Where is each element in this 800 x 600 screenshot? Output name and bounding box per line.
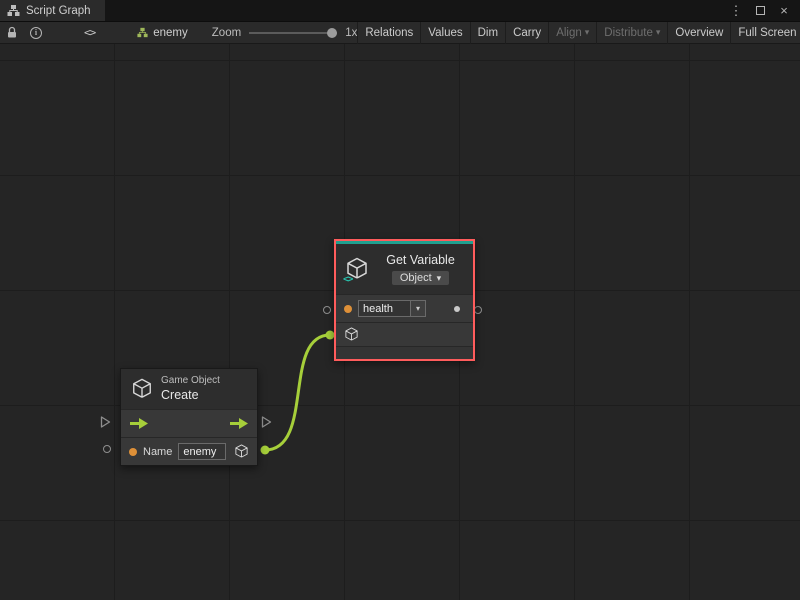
chevron-down-icon: ▾ — [585, 27, 590, 38]
zoom-label: Zoom — [212, 27, 241, 39]
lock-button[interactable] — [0, 22, 24, 44]
chevron-down-icon: ▾ — [656, 27, 661, 38]
getvariable-value-output-connector[interactable] — [474, 306, 482, 314]
gameobject-output-port-icon[interactable] — [234, 444, 249, 459]
connection-create-to-getvariable[interactable] — [265, 335, 330, 450]
maximize-icon[interactable] — [753, 3, 767, 19]
create-name-input-connector[interactable] — [103, 445, 111, 453]
variable-name-field[interactable] — [358, 300, 410, 317]
connection-start-dot[interactable] — [261, 446, 270, 455]
distribute-button[interactable]: Distribute▾ — [596, 22, 667, 44]
values-button[interactable]: Values — [420, 22, 469, 44]
close-icon[interactable]: × — [777, 3, 791, 19]
node-create-header: Game Object Create — [121, 369, 257, 409]
toolbar-buttons: Relations Values Dim Carry Align▾ Distri… — [357, 22, 800, 44]
window-controls: ⋮ × — [729, 0, 800, 21]
zoom-slider-handle[interactable] — [327, 28, 337, 38]
variable-cube-icon: <> — [345, 257, 369, 281]
relations-button[interactable]: Relations — [357, 22, 420, 44]
create-flow-input-connector[interactable] — [100, 415, 111, 429]
node-title: Create — [161, 388, 220, 404]
tab-title: Script Graph — [26, 5, 91, 17]
title-bar: Script Graph ⋮ × — [0, 0, 800, 22]
object-input-row — [336, 322, 473, 346]
script-graph-window: Script Graph ⋮ × i <> — [0, 0, 800, 600]
variable-name-dropdown-button[interactable]: ▾ — [410, 300, 426, 317]
zoom-value: 1x — [345, 27, 357, 39]
graph-breadcrumb[interactable]: enemy — [137, 27, 188, 39]
script-graph-icon — [7, 4, 20, 17]
graph-toolbar: i <> enemy Zoom 1x Relations Values — [0, 22, 800, 44]
object-input-port-icon[interactable] — [344, 327, 359, 342]
zoom-slider[interactable] — [249, 27, 337, 39]
getvariable-name-input-connector[interactable] — [323, 306, 331, 314]
variable-kind-dropdown[interactable]: Object ▾ — [392, 271, 449, 285]
variable-kind-value: Object — [400, 272, 432, 284]
variable-code-icon: <> — [343, 274, 352, 285]
graph-asset-icon — [137, 27, 148, 38]
node-get-variable[interactable]: <> Get Variable Object ▾ ▾ — [334, 239, 475, 361]
info-icon: i — [30, 27, 42, 39]
chevron-down-icon: ▾ — [437, 273, 442, 284]
zoom-group: Zoom 1x — [212, 27, 358, 39]
zoom-slider-track — [249, 32, 337, 34]
node-title: Get Variable — [386, 253, 455, 267]
name-port-row: Name — [121, 437, 257, 465]
graph-canvas[interactable]: Game Object Create Name — [0, 44, 800, 600]
value-output-port-icon[interactable] — [454, 306, 460, 312]
graph-name: enemy — [153, 27, 188, 39]
gameobject-cube-icon — [131, 378, 153, 400]
overview-button[interactable]: Overview — [667, 22, 730, 44]
create-flow-output-connector[interactable] — [261, 415, 272, 429]
name-field[interactable] — [178, 443, 226, 460]
chevron-down-icon: ▾ — [416, 304, 420, 313]
node-getvariable-header: <> Get Variable Object ▾ — [336, 244, 473, 294]
node-create[interactable]: Game Object Create Name — [120, 368, 258, 466]
variable-name-row: ▾ — [336, 294, 473, 322]
menu-icon[interactable]: ⋮ — [729, 3, 743, 19]
flow-input-arrow-icon[interactable] — [129, 417, 149, 430]
name-label: Name — [143, 446, 172, 458]
flow-ports-row — [121, 409, 257, 437]
flow-output-arrow-icon[interactable] — [229, 417, 249, 430]
align-button[interactable]: Align▾ — [548, 22, 596, 44]
code-view-button[interactable]: <> — [78, 22, 101, 44]
name-value-port-icon[interactable] — [129, 448, 137, 456]
node-footer — [336, 346, 473, 359]
node-category: Game Object — [161, 375, 220, 388]
variable-name-port-icon[interactable] — [344, 305, 352, 313]
lock-icon — [6, 26, 18, 39]
fullscreen-button[interactable]: Full Screen — [730, 22, 800, 44]
dim-button[interactable]: Dim — [470, 22, 505, 44]
carry-button[interactable]: Carry — [505, 22, 548, 44]
info-button[interactable]: i — [24, 22, 48, 44]
tab-script-graph[interactable]: Script Graph — [0, 0, 105, 21]
